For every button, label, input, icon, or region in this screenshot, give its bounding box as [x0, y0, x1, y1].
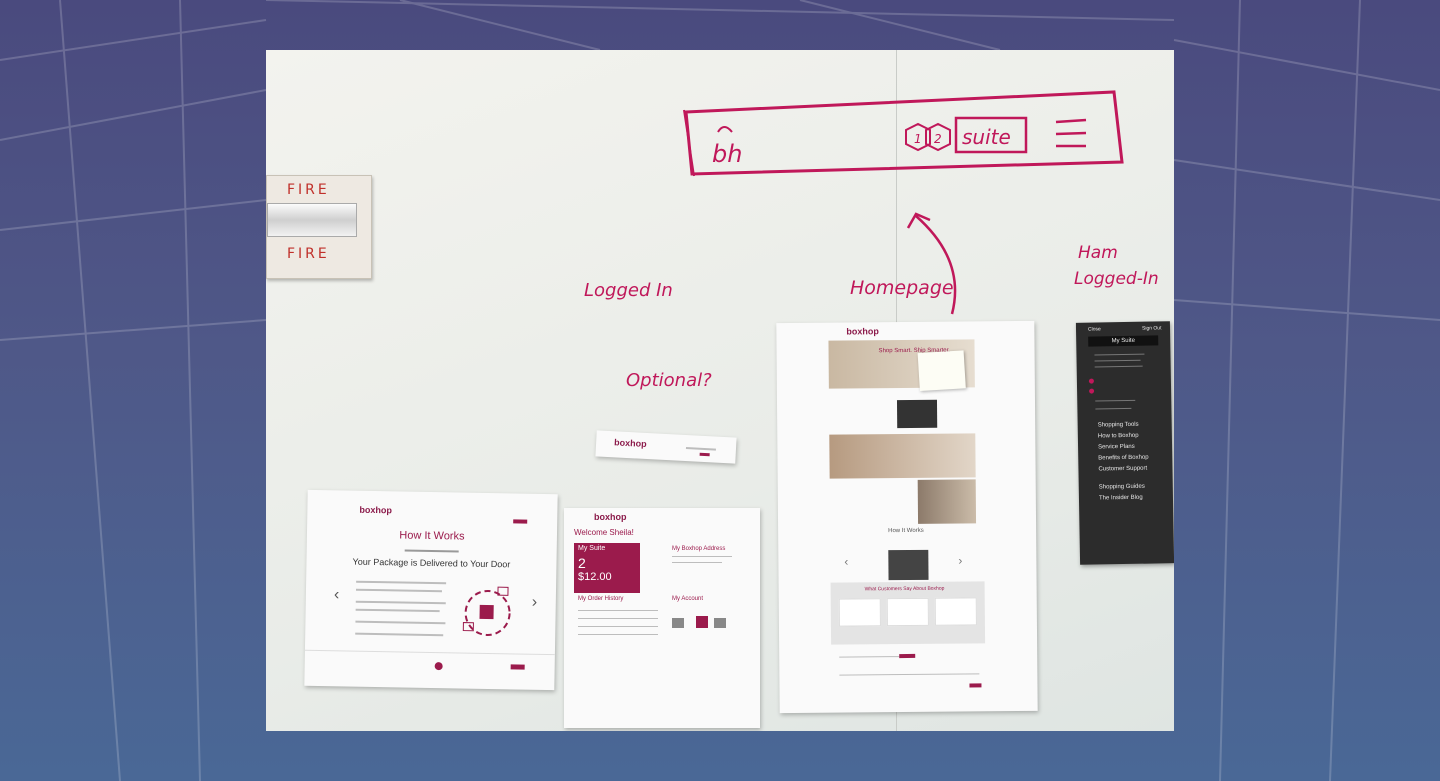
annotation-ham-line1: Ham — [1078, 243, 1118, 263]
annotation-homepage: Homepage — [850, 277, 954, 299]
sketch-logo-roof — [717, 126, 733, 133]
hiw-prev-arrow[interactable]: ‹ — [334, 586, 340, 604]
badge-2: 2 — [934, 132, 942, 146]
menu-sign-out[interactable]: Sign Out — [1142, 325, 1162, 331]
menu-my-suite[interactable]: My Suite — [1088, 335, 1159, 347]
whiteboard: FIRE FIRE bh 1 2 suite Logged In Optiona… — [266, 50, 1174, 731]
how-it-works-screenshot — [888, 549, 929, 581]
hamburger-icon — [1055, 118, 1087, 148]
menu-item-shopping-tools[interactable]: Shopping Tools — [1098, 422, 1139, 429]
hiw-title: How It Works — [399, 529, 465, 543]
homepage-prev-arrow[interactable]: ‹ — [844, 555, 848, 569]
testimonials-heading: What Customers Say About Boxhop — [864, 585, 945, 593]
how-it-works-printout: boxhop How It Works Your Package is Deli… — [304, 489, 558, 691]
hiw-cycle-illustration — [462, 586, 511, 636]
menu-item-guides[interactable]: Shopping Guides — [1099, 484, 1145, 491]
optional-header-logo: boxhop — [613, 437, 647, 449]
sticky-note — [917, 350, 966, 392]
order-history-title: My Order History — [578, 596, 624, 602]
homepage-printout: boxhop Shop Smart. Ship Smarter. How It … — [776, 320, 1038, 714]
hamburger-menu-printout: Close Sign Out My Suite Shopping Tools H… — [1075, 321, 1174, 565]
homepage-logo: boxhop — [846, 326, 879, 337]
suite-price: $12.00 — [578, 571, 612, 583]
menu-item-support[interactable]: Customer Support — [1098, 466, 1147, 473]
package-count: 2 — [578, 555, 586, 571]
annotation-optional: Optional? — [626, 370, 712, 391]
shopping-photo — [829, 433, 976, 479]
menu-item-blog[interactable]: The Insider Blog — [1099, 495, 1143, 502]
arrow-to-header — [915, 215, 957, 315]
lifestyle-photo — [917, 479, 977, 524]
devices-image — [896, 399, 938, 429]
address-title: My Boxhop Address — [672, 546, 726, 552]
dashboard-logo: boxhop — [594, 512, 627, 522]
menu-close[interactable]: Close — [1088, 326, 1101, 332]
hiw-logo: boxhop — [359, 504, 392, 516]
suite-card: My Suite 2 $12.00 — [574, 543, 640, 593]
homepage-how-it-works: How It Works — [888, 527, 924, 535]
menu-item-service-plans[interactable]: Service Plans — [1098, 444, 1135, 451]
suite-card-title: My Suite — [578, 545, 606, 552]
suite-label: suite — [962, 125, 1011, 149]
hiw-next-arrow[interactable]: › — [532, 594, 538, 612]
homepage-next-arrow[interactable]: › — [958, 554, 962, 568]
menu-item-how-to[interactable]: How to Boxhop — [1098, 433, 1139, 440]
dashboard-welcome: Welcome Sheila! — [574, 528, 634, 537]
testimonials-section: What Customers Say About Boxhop — [830, 581, 986, 645]
hiw-subtitle: Your Package is Delivered to Your Door — [352, 556, 511, 570]
badge-1: 1 — [914, 132, 922, 146]
menu-item-benefits[interactable]: Benefits of Boxhop — [1098, 455, 1148, 462]
dashboard-printout: boxhop Welcome Sheila! My Suite 2 $12.00… — [564, 508, 760, 728]
sketch-logo: bh — [712, 140, 742, 168]
annotation-ham-line2: Logged-In — [1074, 269, 1159, 289]
account-title: My Account — [672, 596, 704, 602]
annotation-logged-in: Logged In — [584, 280, 673, 301]
